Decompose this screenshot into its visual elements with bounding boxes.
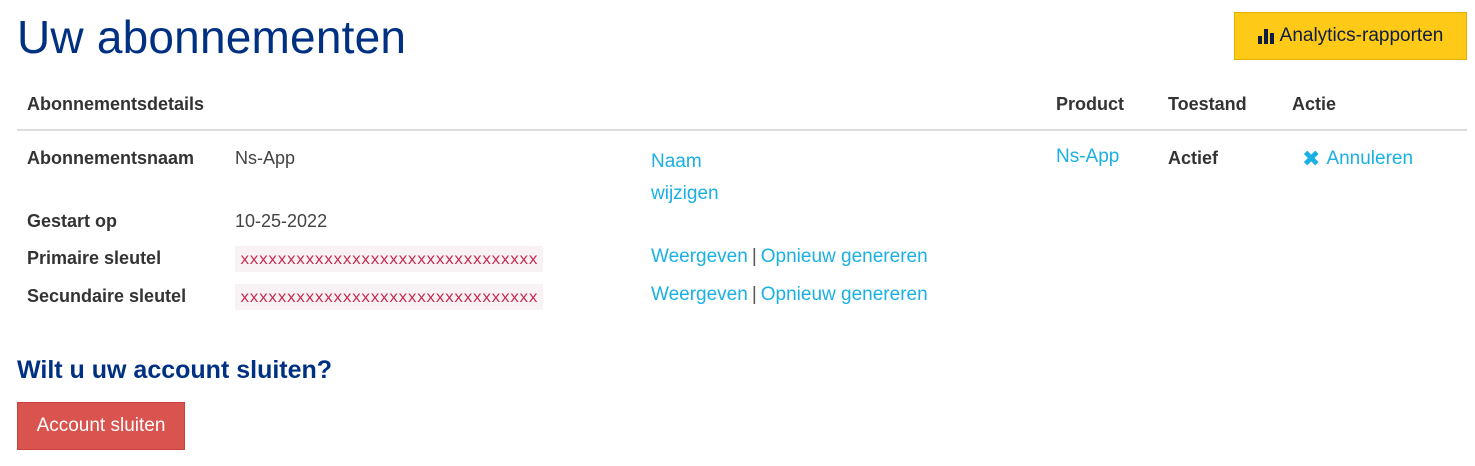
primary-key-actions: Weergeven | Opnieuw genereren <box>651 246 928 268</box>
secondary-key-value: xxxxxxxxxxxxxxxxxxxxxxxxxxxxxxxx <box>235 284 543 310</box>
rename-link-line2: wijzigen <box>651 183 719 204</box>
cancel-subscription-label: Annuleren <box>1326 148 1414 169</box>
close-account-heading: Wilt u uw account sluiten? <box>17 356 333 384</box>
header-product: Product <box>1056 94 1125 114</box>
rename-link-line1: Naam <box>651 151 702 172</box>
primary-key-separator: | <box>751 246 757 267</box>
secondary-key-actions: Weergeven | Opnieuw genereren <box>651 284 928 306</box>
primary-key-value: xxxxxxxxxxxxxxxxxxxxxxxxxxxxxxxx <box>235 246 543 272</box>
primary-key-label: Primaire sleutel <box>27 248 162 268</box>
secondary-key-regenerate-link[interactable]: Opnieuw genereren <box>761 284 928 305</box>
header-action: Actie <box>1292 94 1337 114</box>
header-divider <box>17 129 1467 131</box>
close-account-button[interactable]: Account sluiten <box>17 402 185 450</box>
rename-link[interactable]: Naam wijzigen <box>651 146 719 210</box>
secondary-key-show-link[interactable]: Weergeven <box>651 284 748 305</box>
subscription-name-value: Ns-App <box>235 148 296 168</box>
bar-chart-icon <box>1257 28 1274 44</box>
header-subscription-details: Abonnementsdetails <box>27 94 205 114</box>
secondary-key-separator: | <box>751 284 757 305</box>
started-on-value: 10-25-2022 <box>235 211 328 231</box>
subscription-name-label: Abonnementsnaam <box>27 148 195 168</box>
page-title: Uw abonnementen <box>17 11 407 63</box>
secondary-key-label: Secundaire sleutel <box>27 286 187 306</box>
started-on-label: Gestart op <box>27 211 118 231</box>
header-state: Toestand <box>1168 94 1247 114</box>
primary-key-show-link[interactable]: Weergeven <box>651 246 748 267</box>
status-badge: Actief <box>1168 148 1219 168</box>
analytics-reports-label: Analytics-rapporten <box>1279 25 1444 46</box>
subscriptions-page: Uw abonnementen Analytics-rapporten Abon… <box>0 0 1475 466</box>
primary-key-regenerate-link[interactable]: Opnieuw genereren <box>761 246 928 267</box>
product-link[interactable]: Ns-App <box>1056 146 1119 168</box>
cancel-subscription-link[interactable]: ✖ Annuleren <box>1302 148 1413 170</box>
analytics-reports-button[interactable]: Analytics-rapporten <box>1234 12 1467 60</box>
close-x-icon: ✖ <box>1302 146 1321 171</box>
